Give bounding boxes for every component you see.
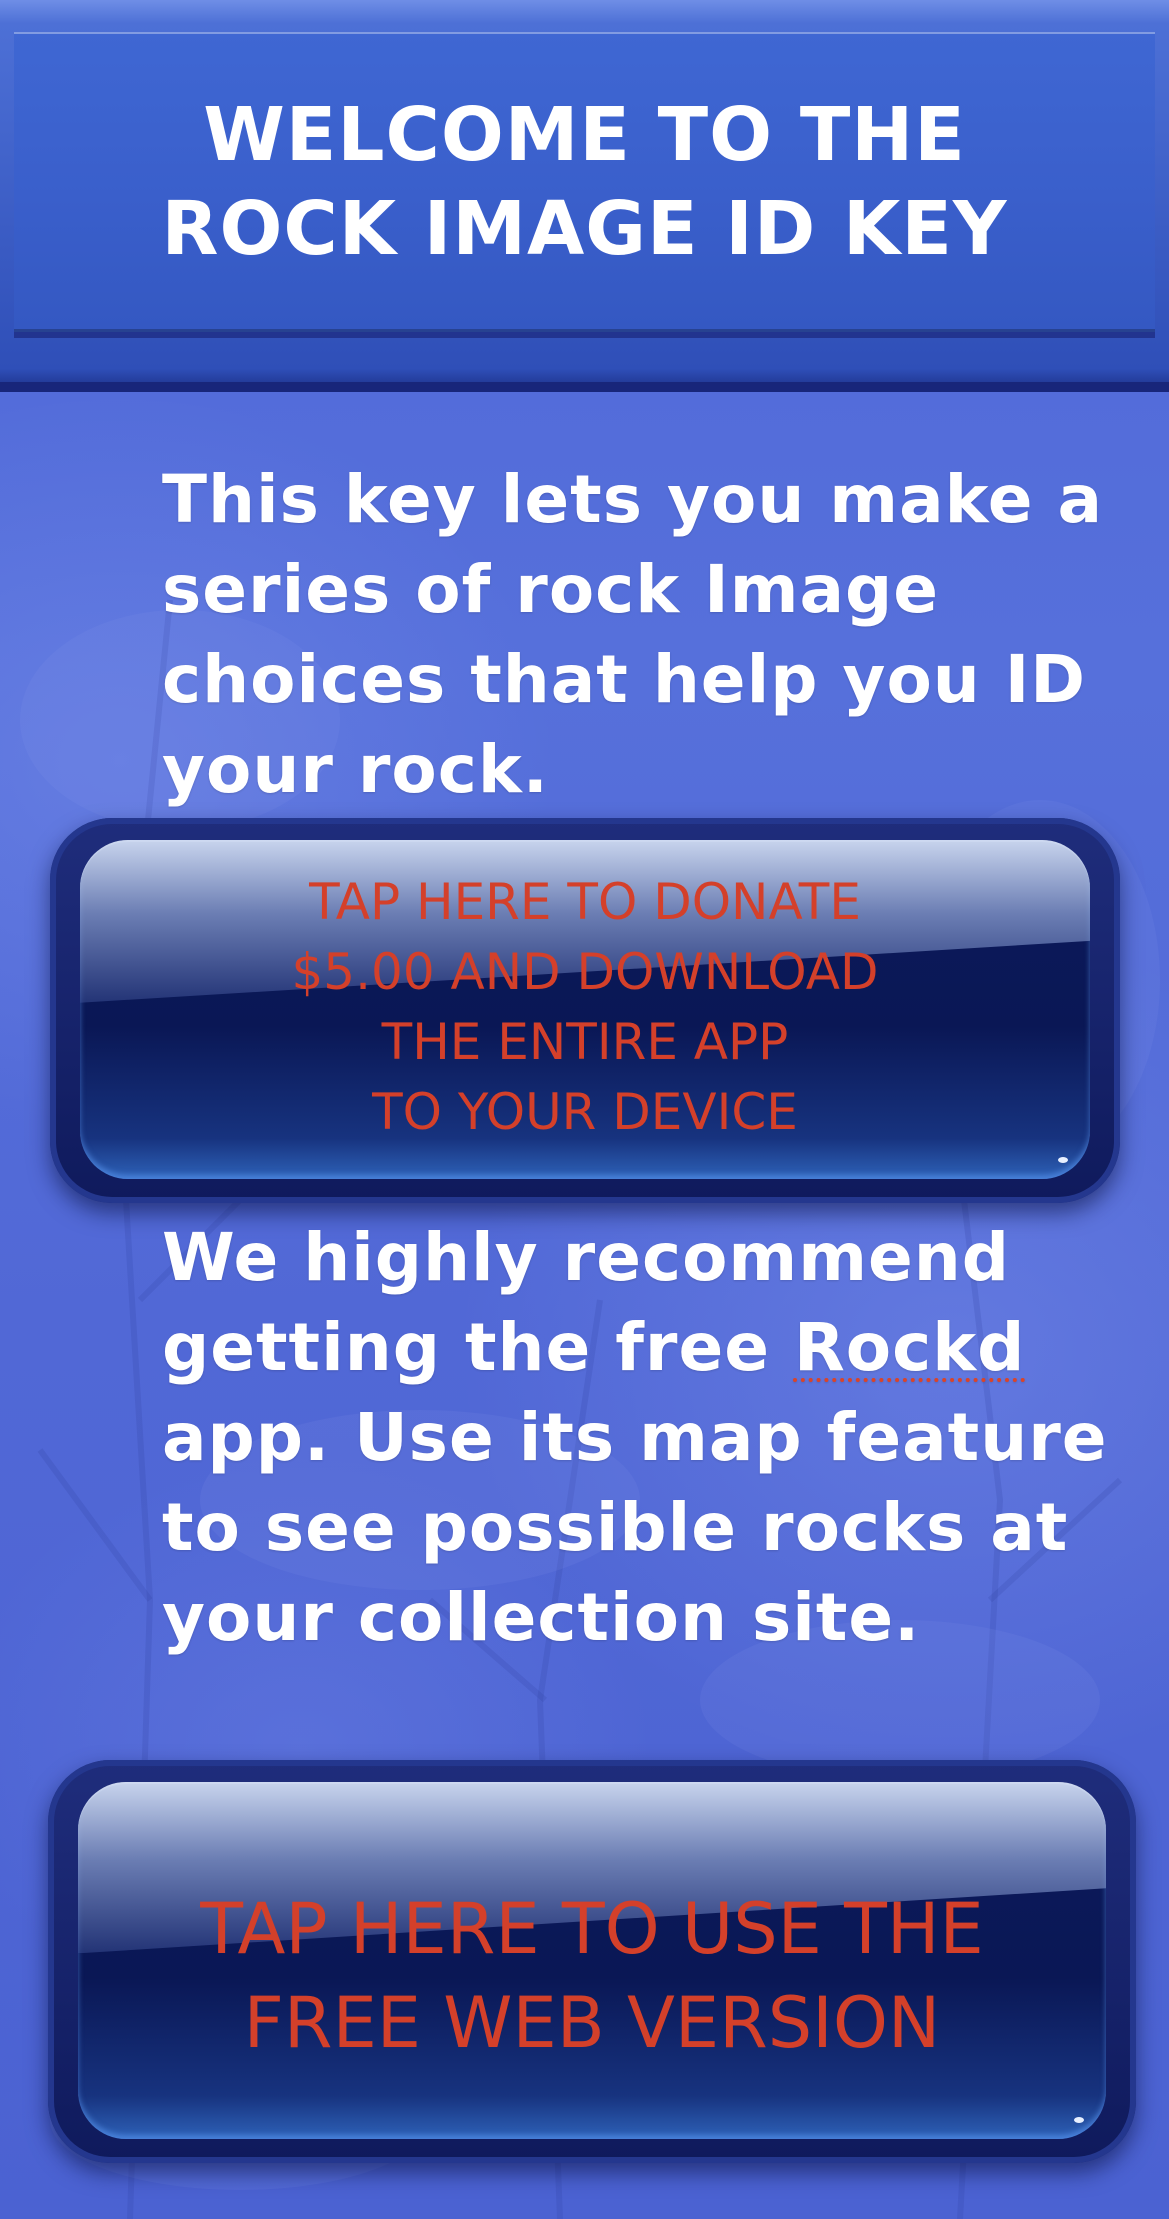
web-button-face: TAP HERE TO USE THE FREE WEB VERSION (78, 1782, 1106, 2139)
page-title: WELCOME TO THE ROCK IMAGE ID KEY (161, 92, 1008, 272)
rockd-app-link[interactable]: Rockd (794, 1309, 1025, 1386)
donate-download-button[interactable]: TAP HERE TO DONATE $5.00 AND DOWNLOAD TH… (50, 818, 1120, 1203)
recommendation-text-after: app. Use its map feature to see possible… (162, 1399, 1108, 1656)
donate-button-highlight (1058, 1157, 1068, 1163)
free-web-version-button[interactable]: TAP HERE TO USE THE FREE WEB VERSION (48, 1760, 1136, 2163)
recommendation-text: We highly recommend getting the free Roc… (162, 1213, 1122, 1663)
donate-button-label: TAP HERE TO DONATE $5.00 AND DOWNLOAD TH… (291, 872, 879, 1141)
intro-text: This key lets you make a series of rock … (162, 461, 1104, 808)
header-banner: WELCOME TO THE ROCK IMAGE ID KEY (0, 0, 1169, 392)
web-button-label: TAP HERE TO USE THE FREE WEB VERSION (200, 1887, 984, 2064)
donate-button-face: TAP HERE TO DONATE $5.00 AND DOWNLOAD TH… (80, 840, 1090, 1179)
web-button-highlight (1074, 2117, 1084, 2123)
